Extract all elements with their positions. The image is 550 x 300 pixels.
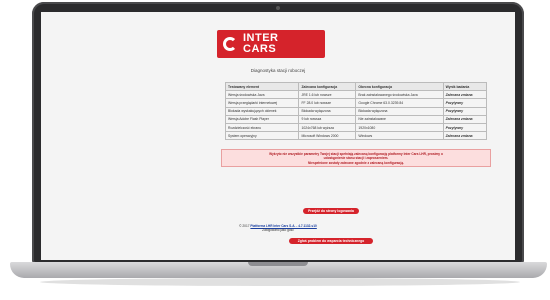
cell-result: Zalecana zmiana — [442, 90, 488, 100]
report-problem-button[interactable]: Zgłoś problem do wsparcia technicznego — [289, 238, 373, 244]
cell-element: Wersja środowiska Java — [224, 90, 300, 100]
table-row: Blokada wyskakujących okienek Blokada wy… — [224, 106, 488, 116]
header-result: Wynik badania — [442, 81, 488, 92]
cell-recommended: Blokada wyłączona — [298, 106, 357, 116]
table-row: Wersja przeglądarki internetowej FF 28.0… — [224, 98, 488, 108]
cell-recommended: FF 28.0 lub nowsze — [298, 98, 357, 108]
laptop-notch — [248, 262, 308, 266]
laptop-shadow — [40, 278, 520, 286]
cell-element: Wersja przeglądarki internetowej — [224, 98, 300, 108]
header-recommended: Zalecana konfiguracja — [298, 81, 357, 92]
login-button[interactable]: Przejdź do strony logowania — [303, 208, 359, 214]
cell-element: Rozdzielczość ekranu — [224, 122, 300, 133]
page-title: Diagnostyka stacji roboczej — [250, 68, 306, 73]
cell-recommended: JRE 1.6 lub nowsze — [298, 90, 357, 100]
cell-result: Zalecana zmiana — [442, 131, 488, 141]
screen: INTER CARS Diagnostyka stacji roboczej T… — [41, 12, 515, 260]
cell-current: 1920x1080 — [355, 122, 444, 133]
cell-current: Nie zainstalowane — [355, 114, 444, 124]
header-element: Testowany element — [224, 81, 300, 92]
table-row: Wersja środowiska Java JRE 1.6 lub nowsz… — [224, 90, 488, 100]
cell-element: Blokada wyskakujących okienek — [224, 106, 300, 116]
cell-recommended: 1024x768 lub wyższa — [298, 122, 357, 133]
cell-result: Pozytywny — [442, 122, 488, 133]
footer-line2: Zalogowano jako gość — [262, 228, 294, 232]
cell-element: Wersja Adobe Flash Player — [224, 114, 300, 124]
footer-copyright: © 2017 — [239, 224, 251, 228]
cell-current: Blokada wyłączona — [355, 106, 444, 116]
table-row: Rozdzielczość ekranu 1024x768 lub wyższa… — [224, 122, 488, 133]
cell-current: Google Chrome 63.0.3239.84 — [355, 98, 444, 108]
cell-result: Zalecana zmiana — [442, 114, 488, 124]
warning-line3: Niespełnione zostały zalecane zgodnie z … — [307, 160, 404, 165]
cell-current: Brak zainstalowanego środowiska Java — [355, 90, 444, 100]
table-row: Wersja Adobe Flash Player 9 lub nowsza N… — [224, 114, 488, 124]
header-current: Obecna konfiguracja — [355, 81, 444, 92]
camera — [276, 6, 280, 10]
cell-recommended: Microsoft Windows 2000 — [298, 131, 357, 141]
cell-element: System operacyjny — [224, 131, 300, 141]
cell-recommended: 9 lub nowsza — [298, 114, 357, 124]
cell-result: Pozytywny — [442, 106, 488, 116]
cell-result: Pozytywny — [442, 98, 488, 108]
table-row: System operacyjny Microsoft Windows 2000… — [224, 131, 488, 141]
intercars-logo: INTER CARS — [217, 30, 325, 58]
logo-mark-icon — [223, 37, 237, 51]
diagnostics-table: Testowany element Zalecana konfiguracja … — [224, 81, 488, 141]
logo-line2: CARS — [243, 43, 277, 55]
table-header-row: Testowany element Zalecana konfiguracja … — [224, 81, 488, 92]
cell-current: Windows — [355, 131, 444, 141]
footer: © 2017 Platforma LHR Inter Cars S.A. - 4… — [41, 224, 515, 232]
warning-box: Wykryto nie wszystkie parametry Twojej s… — [221, 149, 491, 167]
